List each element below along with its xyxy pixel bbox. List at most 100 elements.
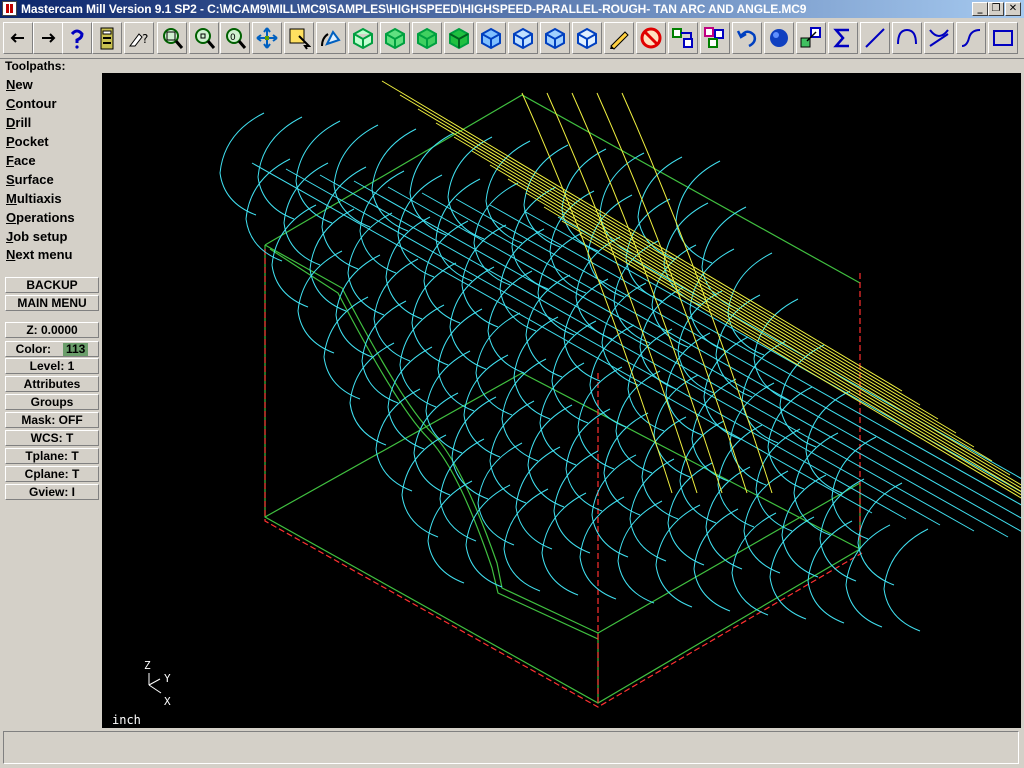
pencil-button[interactable] bbox=[604, 22, 634, 54]
trim-button[interactable] bbox=[924, 22, 954, 54]
pan-icon bbox=[256, 27, 278, 49]
wcs-button[interactable]: WCS: T bbox=[5, 430, 99, 446]
no-delete-button[interactable] bbox=[636, 22, 666, 54]
arc-icon bbox=[897, 28, 917, 45]
trim-icon bbox=[929, 29, 949, 47]
xform-translate-button[interactable] bbox=[668, 22, 698, 54]
part-edge bbox=[269, 248, 599, 640]
shade-sphere-icon bbox=[770, 29, 788, 47]
arc-button[interactable] bbox=[892, 22, 922, 54]
axis-triad: Z Y X bbox=[144, 659, 171, 708]
graphics-viewport[interactable]: Z Y X inch bbox=[102, 73, 1021, 728]
toolpath-yellow-pass bbox=[381, 80, 903, 392]
attributes-button[interactable]: Attributes bbox=[5, 376, 99, 392]
color-label: Color: bbox=[15, 342, 51, 356]
menu-item-face[interactable]: Face bbox=[6, 153, 36, 168]
sum-icon bbox=[833, 28, 849, 48]
cube-view-3-button[interactable] bbox=[540, 22, 570, 54]
back-arrow-icon bbox=[10, 33, 24, 43]
pan-button[interactable] bbox=[252, 22, 282, 54]
zoom-window-button[interactable] bbox=[157, 22, 187, 54]
prompt-area bbox=[0, 728, 1024, 768]
unzoom-button[interactable] bbox=[189, 22, 219, 54]
analyze-button[interactable]: ? bbox=[124, 22, 154, 54]
rectangle-button[interactable] bbox=[988, 22, 1018, 54]
main-menu-button[interactable]: MAIN MENU bbox=[5, 295, 99, 311]
select-button[interactable] bbox=[284, 22, 314, 54]
mastercam-app-icon[interactable] bbox=[2, 1, 17, 16]
cube-view-1-button[interactable] bbox=[476, 22, 506, 54]
shade-sphere-button[interactable] bbox=[764, 22, 794, 54]
iso-view-icon bbox=[353, 27, 373, 50]
line-button[interactable] bbox=[860, 22, 890, 54]
menu-item-pocket[interactable]: Pocket bbox=[6, 134, 49, 149]
gview-button[interactable]: Gview: I bbox=[5, 484, 99, 500]
level-button[interactable]: Level: 1 bbox=[5, 358, 99, 374]
cube-view-2-button[interactable] bbox=[508, 22, 538, 54]
xform-rotate-button[interactable] bbox=[700, 22, 730, 54]
cube-view-3-icon bbox=[545, 27, 565, 50]
front-view-button[interactable] bbox=[412, 22, 442, 54]
cplane-button[interactable]: Cplane: T bbox=[5, 466, 99, 482]
toolpath-yellow-pass bbox=[399, 94, 921, 406]
svg-text:0: 0 bbox=[230, 33, 236, 43]
color-button[interactable]: Color: 113 bbox=[5, 341, 99, 357]
rotate-icon bbox=[321, 30, 341, 47]
menu-item-contour[interactable]: Contour bbox=[6, 96, 57, 111]
menu-item-new[interactable]: New bbox=[6, 77, 33, 92]
forward-arrow-icon bbox=[42, 33, 56, 43]
calculator-button[interactable] bbox=[92, 22, 122, 54]
help-button[interactable] bbox=[62, 22, 92, 54]
spline-button[interactable] bbox=[956, 22, 986, 54]
menu-item-surface[interactable]: Surface bbox=[6, 172, 54, 187]
undo-button[interactable] bbox=[732, 22, 762, 54]
menu-item-job-setup[interactable]: Job setup bbox=[6, 229, 67, 244]
cube-view-4-button[interactable] bbox=[572, 22, 602, 54]
axis-x-line bbox=[148, 684, 162, 694]
menu-item-multiaxis[interactable]: Multiaxis bbox=[6, 191, 62, 206]
top-view-icon bbox=[385, 27, 405, 50]
z-depth-button[interactable]: Z: 0.0000 bbox=[5, 322, 99, 338]
sum-button[interactable] bbox=[828, 22, 858, 54]
zoom-fit-button[interactable]: 0 bbox=[220, 22, 250, 54]
close-button[interactable]: ✕ bbox=[1005, 2, 1021, 16]
part-edge bbox=[264, 245, 861, 704]
no-delete-icon bbox=[640, 27, 662, 49]
mask-button[interactable]: Mask: OFF bbox=[5, 412, 99, 428]
xform-scale-button[interactable] bbox=[796, 22, 826, 54]
cube-view-4-icon bbox=[577, 27, 597, 50]
minimize-button[interactable]: _ bbox=[972, 2, 988, 16]
unzoom-icon bbox=[195, 28, 216, 49]
spline-icon bbox=[961, 29, 981, 47]
toolpath-arc-row bbox=[295, 120, 549, 592]
tplane-button[interactable]: Tplane: T bbox=[5, 448, 99, 464]
back-arrow-button[interactable] bbox=[3, 22, 33, 54]
toolpath-yellow-pass bbox=[579, 234, 1021, 499]
toolpath-arc-row bbox=[219, 112, 473, 584]
menu-item-next-menu[interactable]: Next menu bbox=[6, 247, 72, 262]
part-edge bbox=[264, 372, 861, 550]
xform-rotate-icon bbox=[704, 27, 724, 48]
iso-view-button[interactable] bbox=[348, 22, 378, 54]
restore-button[interactable]: ❐ bbox=[988, 2, 1004, 16]
backup-button[interactable]: BACKUP bbox=[5, 277, 99, 293]
toolpath-arc-row bbox=[333, 124, 587, 596]
svg-text:?: ? bbox=[142, 32, 148, 46]
forward-arrow-button[interactable] bbox=[33, 22, 63, 54]
side-view-button[interactable] bbox=[444, 22, 474, 54]
undo-icon bbox=[736, 30, 757, 48]
menu-item-operations[interactable]: Operations bbox=[6, 210, 75, 225]
toolpath-arc-row bbox=[409, 132, 663, 604]
toolpath-arc-row bbox=[447, 136, 701, 608]
axis-y-line bbox=[148, 678, 161, 686]
toolpath-yellow-curve bbox=[596, 92, 748, 494]
front-view-icon bbox=[417, 27, 437, 50]
toolpath-pass bbox=[353, 180, 975, 532]
analyze-icon: ? bbox=[129, 32, 148, 47]
rotate-button[interactable] bbox=[316, 22, 346, 54]
toolbar: ? 0 bbox=[0, 18, 1024, 59]
top-view-button[interactable] bbox=[380, 22, 410, 54]
menu-item-drill[interactable]: Drill bbox=[6, 115, 31, 130]
groups-button[interactable]: Groups bbox=[5, 394, 99, 410]
main-menu-panel: New Contour Drill Pocket Face Surface Mu… bbox=[0, 73, 102, 728]
